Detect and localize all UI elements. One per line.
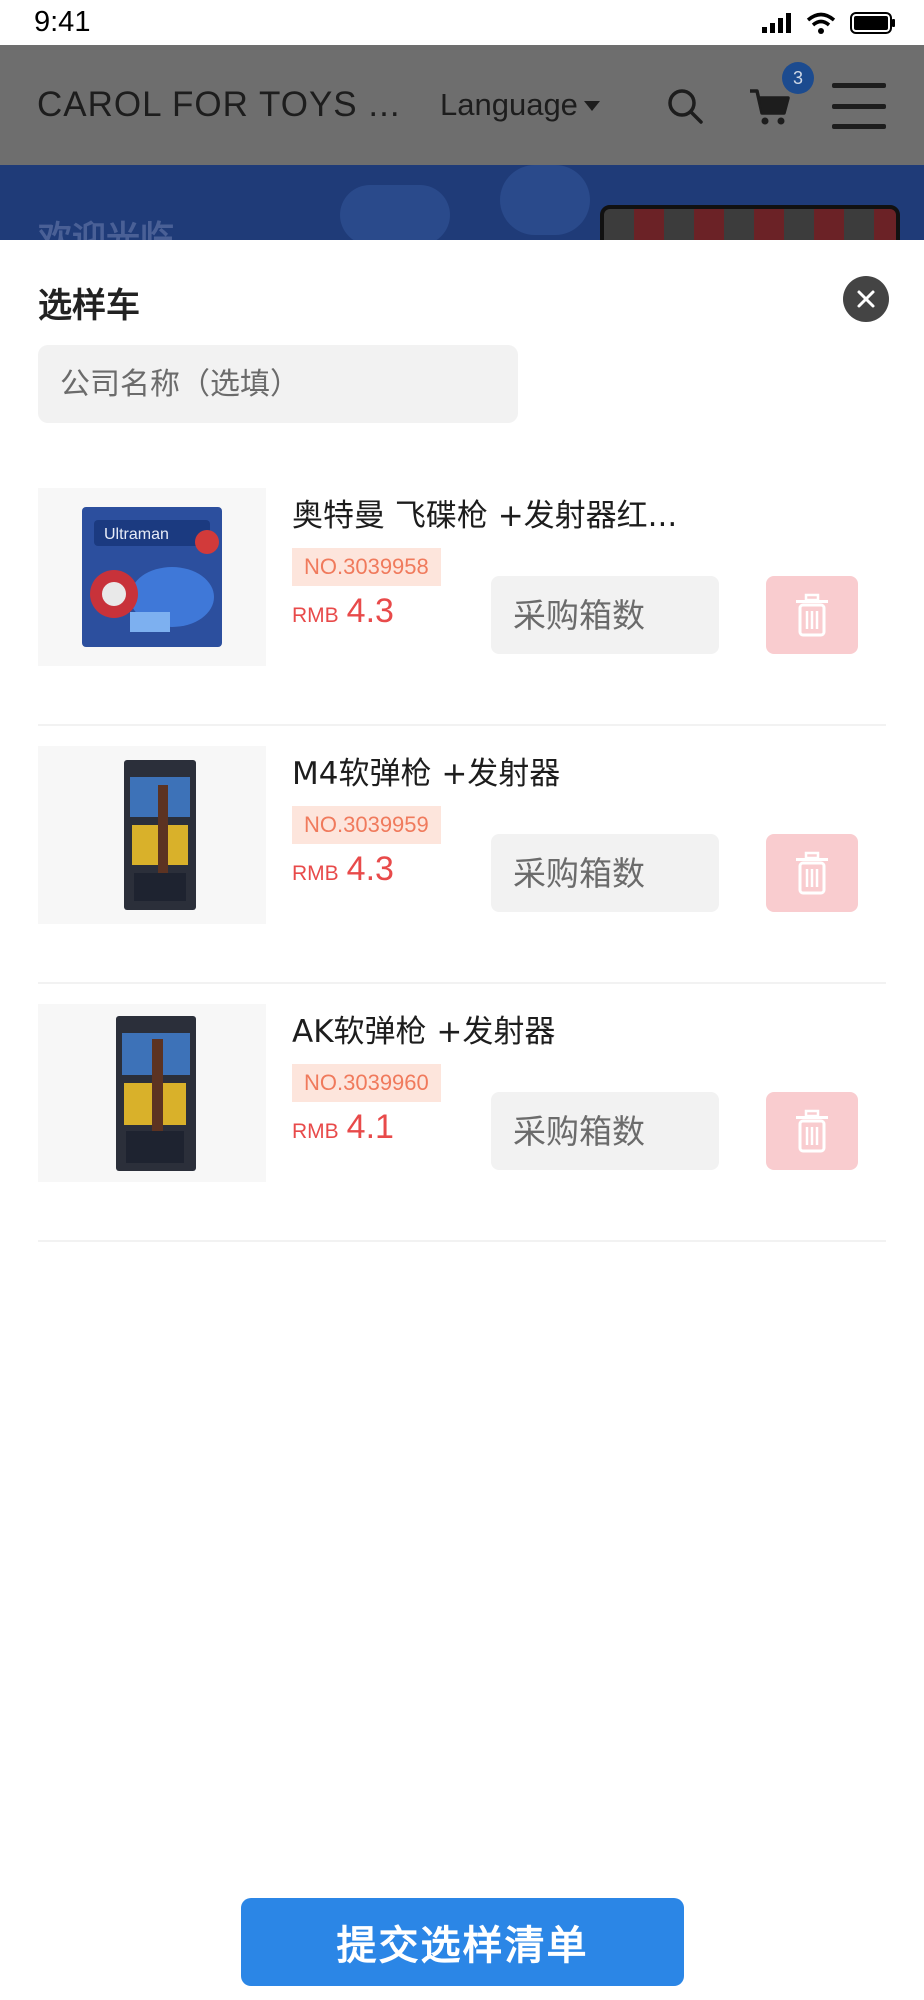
search-icon[interactable]	[666, 87, 704, 125]
item-name[interactable]: 奥特曼 飞碟枪 +发射器红...	[292, 490, 732, 535]
product-image[interactable]	[38, 1004, 266, 1182]
signal-icon	[762, 13, 791, 33]
item-price: RMB 4.3	[292, 850, 394, 904]
delete-button[interactable]	[766, 834, 858, 912]
cart-item: M4软弹枪 +发射器 NO.3039959 RMB 4.3	[38, 726, 886, 984]
cart-item: Ultraman 奥特曼 飞碟枪 +发射器红... NO.3039958 RMB…	[38, 468, 886, 726]
sheet-title: 选样车	[38, 286, 140, 326]
product-image[interactable]	[38, 746, 266, 924]
cart-item-list: Ultraman 奥特曼 飞碟枪 +发射器红... NO.3039958 RMB…	[38, 468, 886, 1242]
item-name[interactable]: M4软弹枪 +发射器	[292, 748, 732, 793]
app-header: CAROL FOR TOYS ... Language 3	[0, 45, 924, 165]
sample-cart-sheet: 选样车 Ultraman 奥特曼 飞碟枪 +发射器红..	[0, 240, 924, 2000]
status-bar: 9:41	[0, 0, 924, 45]
price-currency: RMB	[292, 862, 339, 885]
price-value: 4.1	[346, 1108, 394, 1146]
quantity-input[interactable]	[491, 1092, 719, 1170]
cart-badge: 3	[782, 62, 814, 94]
item-name[interactable]: AK软弹枪 +发射器	[292, 1006, 732, 1051]
item-price: RMB 4.1	[292, 1108, 394, 1162]
price-currency: RMB	[292, 604, 339, 627]
banner-text: 欢迎光临	[38, 219, 174, 240]
quantity-input[interactable]	[491, 576, 719, 654]
item-number: NO.3039960	[292, 1064, 441, 1102]
company-name-input[interactable]	[38, 345, 518, 423]
language-label: Language	[440, 87, 578, 122]
price-value: 4.3	[346, 592, 394, 630]
banner-awning	[600, 205, 900, 240]
price-currency: RMB	[292, 1120, 339, 1143]
caret-down-icon	[583, 101, 600, 111]
quantity-input[interactable]	[491, 834, 719, 912]
submit-sample-list-button[interactable]: 提交选样清单	[241, 1898, 684, 1986]
language-select[interactable]: Language	[440, 87, 600, 123]
status-time: 9:41	[34, 6, 91, 38]
delete-button[interactable]	[766, 1092, 858, 1170]
trash-icon	[796, 1109, 828, 1153]
banner: 欢迎光临	[0, 165, 924, 240]
delete-button[interactable]	[766, 576, 858, 654]
cart-icon[interactable]	[748, 87, 792, 127]
price-value: 4.3	[346, 850, 394, 888]
product-image[interactable]: Ultraman	[38, 488, 266, 666]
cart-item: AK软弹枪 +发射器 NO.3039960 RMB 4.1	[38, 984, 886, 1242]
svg-text:Ultraman: Ultraman	[104, 526, 169, 543]
close-icon	[857, 290, 875, 308]
trash-icon	[796, 851, 828, 895]
item-number: NO.3039959	[292, 806, 441, 844]
close-button[interactable]	[843, 276, 889, 322]
status-icons	[762, 10, 896, 36]
battery-icon	[850, 12, 895, 34]
item-price: RMB 4.3	[292, 592, 394, 646]
item-number: NO.3039958	[292, 548, 441, 586]
brand-title[interactable]: CAROL FOR TOYS ...	[37, 85, 401, 125]
wifi-icon	[806, 12, 836, 34]
trash-icon	[796, 593, 828, 637]
menu-icon[interactable]	[832, 83, 886, 129]
